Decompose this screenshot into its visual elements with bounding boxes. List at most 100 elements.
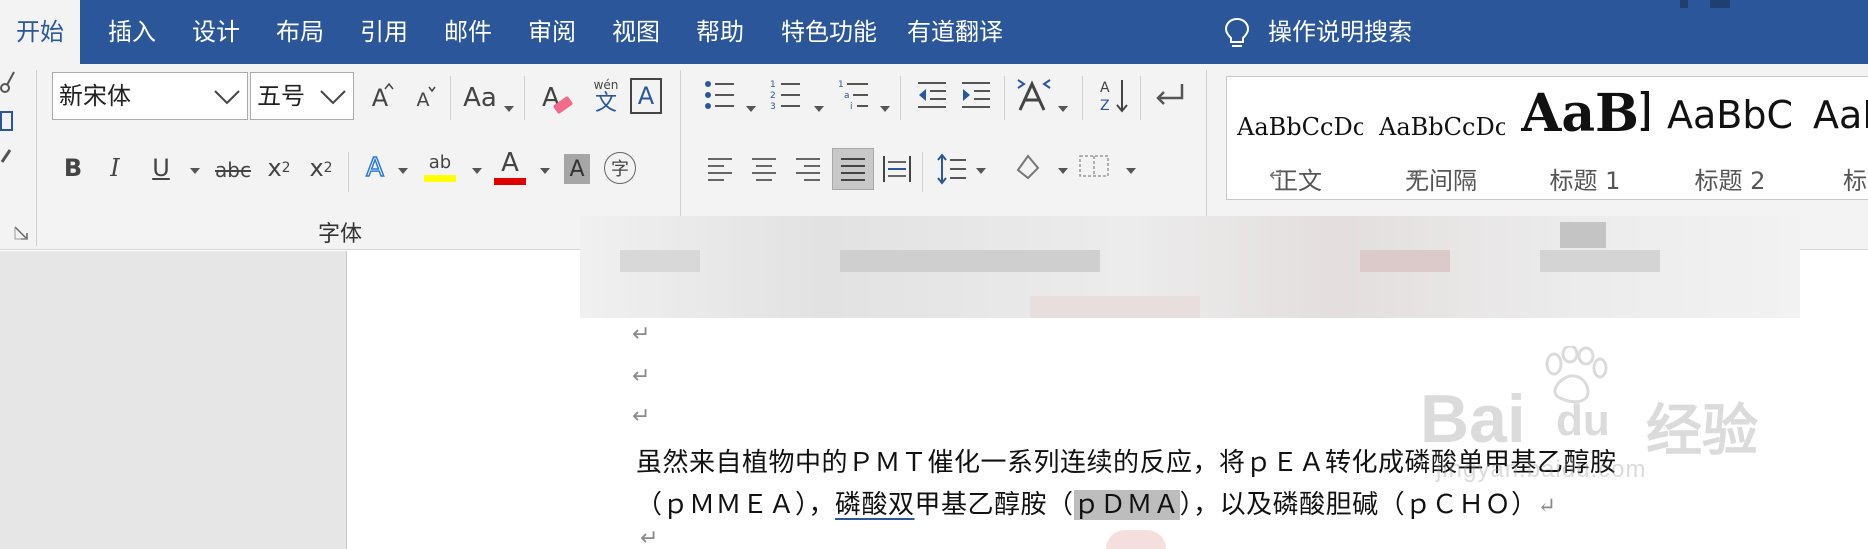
bullets-dropdown-arrow[interactable] xyxy=(746,106,756,112)
window-control-fragment xyxy=(1710,0,1730,8)
highlight-dropdown-arrow[interactable] xyxy=(472,168,482,174)
document-text-line-2[interactable]: （ｐＭＭＥＡ），磷酸双甲基乙醇胺（ｐＤＭＡ），以及磷酸胆碱（ｐＣＨＯ）↵ xyxy=(636,484,1557,521)
increase-indent-icon[interactable] xyxy=(960,80,992,110)
tab-design[interactable]: 设计 xyxy=(186,0,246,64)
clipboard-dialog-launcher-icon[interactable] xyxy=(14,226,28,240)
decrease-indent-icon[interactable] xyxy=(916,80,948,110)
strikethrough-button[interactable]: abc xyxy=(210,152,256,188)
subscript-base: x xyxy=(267,154,282,182)
style-heading-3-sample: AaI xyxy=(1813,93,1868,137)
tab-home[interactable]: 开始 xyxy=(0,0,80,64)
floating-element-fragment xyxy=(1106,530,1166,549)
font-name-value: 新宋体 xyxy=(59,82,131,110)
tab-special-features[interactable]: 特色功能 xyxy=(774,0,884,64)
align-left-icon[interactable] xyxy=(706,156,734,182)
tab-youdao-translate[interactable]: 有道翻译 xyxy=(898,0,1012,64)
bullets-icon[interactable] xyxy=(704,78,736,112)
tab-mailings[interactable]: 邮件 xyxy=(438,0,498,64)
svg-text:A: A xyxy=(1100,80,1110,96)
format-painter-icon[interactable] xyxy=(0,144,14,168)
borders-icon[interactable] xyxy=(1078,154,1112,180)
multilevel-list-dropdown-arrow[interactable] xyxy=(880,106,890,112)
distributed-align-icon[interactable] xyxy=(882,154,912,184)
style-heading-3-partial[interactable]: AaI 标 xyxy=(1803,77,1868,199)
bold-button[interactable]: B xyxy=(58,148,88,188)
pixelated-block xyxy=(1560,222,1606,248)
style-heading-2[interactable]: AaBbC 标题 2 xyxy=(1657,77,1803,199)
copy-icon[interactable] xyxy=(0,108,14,134)
tab-help[interactable]: 帮助 xyxy=(690,0,750,64)
style-no-spacing[interactable]: AaBbCcDc 无间隔 ↵ xyxy=(1369,77,1513,199)
tab-insert[interactable]: 插入 xyxy=(102,0,162,64)
numbering-icon[interactable]: 1 2 3 xyxy=(770,78,802,112)
borders-dropdown-arrow[interactable] xyxy=(1126,168,1136,174)
font-size-combo[interactable]: 五号 xyxy=(250,72,354,120)
line-spacing-dropdown-arrow[interactable] xyxy=(976,168,986,174)
underline-label: U xyxy=(152,154,170,182)
text-effects-label: A xyxy=(365,152,384,184)
superscript-base: x xyxy=(309,154,324,182)
chevron-down-icon[interactable] xyxy=(213,83,241,109)
chinese-layout-dropdown-arrow[interactable] xyxy=(1058,106,1068,112)
highlight-label: ab xyxy=(428,151,452,173)
sort-icon[interactable]: A Z xyxy=(1100,78,1130,114)
caret-up-icon xyxy=(384,82,394,90)
font-color-dropdown-arrow[interactable] xyxy=(540,168,550,174)
baidu-jingyan-watermark: Bai du 经验 jingyan.baidu.com xyxy=(1420,340,1840,510)
enclose-characters-button[interactable]: 字 xyxy=(604,152,636,184)
underline-dropdown-arrow[interactable] xyxy=(190,168,200,174)
multilevel-list-icon[interactable]: 1 a i xyxy=(838,78,870,112)
font-name-combo[interactable]: 新宋体 xyxy=(52,72,248,120)
style-normal-name: 正文 xyxy=(1274,167,1322,195)
font-color-button[interactable]: A xyxy=(492,144,528,188)
chinese-layout-icon[interactable] xyxy=(1016,78,1052,112)
tell-me-search[interactable]: 操作说明搜索 xyxy=(1268,0,1412,64)
subscript-button[interactable]: x2 xyxy=(262,148,296,188)
style-heading-1[interactable]: AaBl 标题 1 xyxy=(1513,77,1657,199)
character-shading-button[interactable]: A xyxy=(564,154,590,184)
style-normal-sample: AaBbCcDc xyxy=(1237,113,1363,141)
style-no-spacing-sample: AaBbCcDc xyxy=(1379,113,1505,141)
highlight-color-button[interactable]: ab xyxy=(422,144,458,188)
italic-label: I xyxy=(110,154,120,182)
italic-button[interactable]: I xyxy=(100,148,130,188)
phonetic-guide-button[interactable]: wén 文 xyxy=(586,78,626,118)
highlight-color-swatch xyxy=(424,174,456,182)
style-normal[interactable]: AaBbCcDc 正文 ↵ xyxy=(1227,77,1369,199)
svg-text:3: 3 xyxy=(770,102,776,112)
tab-layout[interactable]: 布局 xyxy=(270,0,330,64)
tab-view[interactable]: 视图 xyxy=(606,0,666,64)
cut-icon[interactable] xyxy=(0,70,16,94)
shading-dropdown-arrow[interactable] xyxy=(1058,168,1068,174)
paragraph-mark: ↵ xyxy=(640,526,659,549)
shading-icon[interactable] xyxy=(1012,152,1046,182)
text-effects-dropdown-arrow[interactable] xyxy=(398,168,408,174)
font-color-label: A xyxy=(501,147,519,178)
text-effects-button[interactable]: A xyxy=(360,148,390,188)
selected-text[interactable]: ｐＤＭＡ xyxy=(1073,490,1180,520)
underline-button[interactable]: U xyxy=(146,148,176,188)
shrink-font-button[interactable]: A xyxy=(410,86,436,114)
tab-references[interactable]: 引用 xyxy=(354,0,414,64)
svg-text:1: 1 xyxy=(838,80,844,90)
tab-review[interactable]: 审阅 xyxy=(522,0,582,64)
line-spacing-icon[interactable] xyxy=(936,152,968,186)
character-border-button[interactable]: A xyxy=(630,78,662,114)
separator xyxy=(922,152,923,192)
enclose-characters-label: 字 xyxy=(611,159,629,180)
change-case-button[interactable]: Aa xyxy=(460,80,500,116)
group-separator xyxy=(36,70,37,246)
chevron-down-icon[interactable] xyxy=(319,83,347,109)
superscript-button[interactable]: x2 xyxy=(304,148,338,188)
grow-font-button[interactable]: A xyxy=(366,82,394,114)
align-right-icon[interactable] xyxy=(794,156,822,182)
justify-button-active[interactable] xyxy=(832,148,874,190)
lightbulb-icon[interactable] xyxy=(1222,16,1252,50)
show-paragraph-marks-icon[interactable] xyxy=(1152,80,1186,110)
svg-text:Z: Z xyxy=(1100,98,1110,114)
align-center-icon[interactable] xyxy=(750,156,778,182)
clear-formatting-icon[interactable]: A xyxy=(540,78,576,118)
font-color-swatch xyxy=(494,177,526,185)
numbering-dropdown-arrow[interactable] xyxy=(814,106,824,112)
change-case-dropdown-arrow[interactable] xyxy=(504,106,514,112)
